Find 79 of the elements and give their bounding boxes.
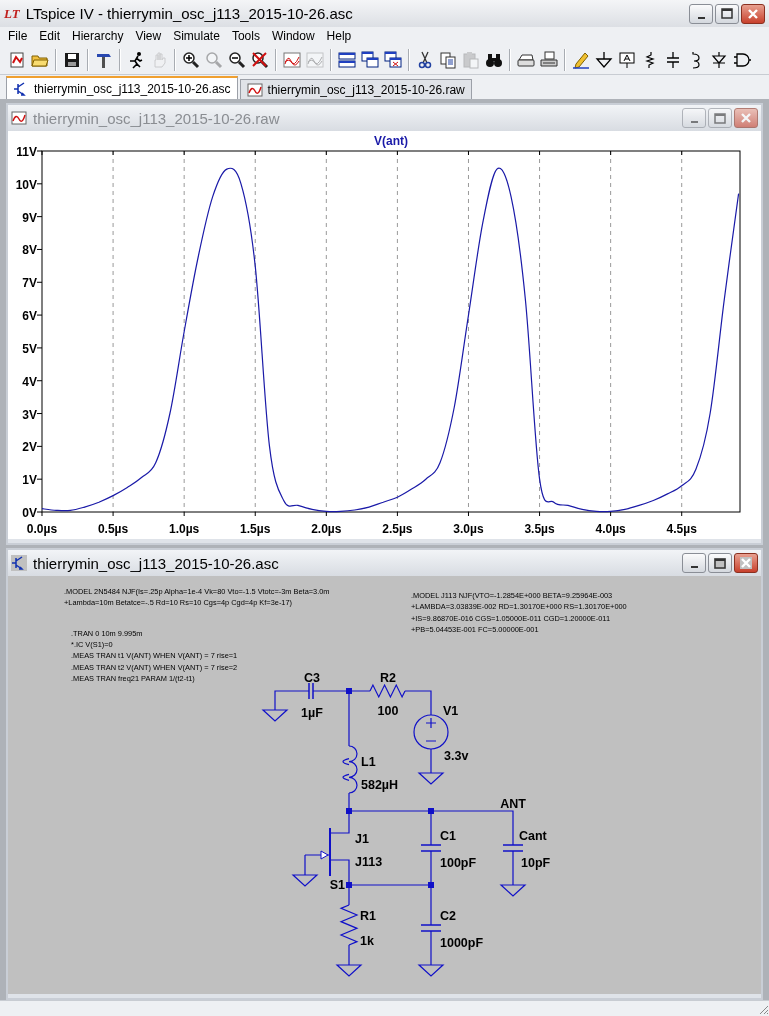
- y-tick-label: 8V: [22, 243, 37, 258]
- y-tick-label: 1V: [22, 473, 37, 488]
- menu-item[interactable]: View: [129, 29, 168, 43]
- net-label: ANT: [500, 797, 526, 811]
- component-value: 582µH: [361, 778, 399, 792]
- component-value: 100: [377, 704, 399, 718]
- component-name: R2: [380, 671, 396, 685]
- close-icon: [747, 7, 759, 20]
- component-name: V1: [443, 704, 459, 718]
- y-tick-label: 2V: [22, 440, 37, 455]
- x-tick-label: 2.0µs: [311, 522, 342, 536]
- x-tick-label: 4.0µs: [595, 522, 626, 536]
- close-button[interactable]: [741, 3, 765, 24]
- x-tick-label: 1.5µs: [240, 522, 271, 536]
- y-tick-label: 9V: [22, 210, 37, 225]
- menu-item[interactable]: Simulate: [167, 29, 226, 43]
- menu-item[interactable]: Hierarchy: [66, 29, 130, 43]
- document-tab[interactable]: thierrymin_osc_j113_2015-10-26.raw: [239, 79, 472, 99]
- waveform-icon: [246, 81, 263, 98]
- menu-item[interactable]: Window: [265, 29, 321, 43]
- close-button[interactable]: [734, 553, 758, 573]
- y-tick-label: 3V: [22, 407, 37, 422]
- x-tick-label: 2.5µs: [382, 522, 413, 536]
- maximize-button[interactable]: [715, 3, 739, 24]
- trace-name: V(ant): [374, 134, 408, 148]
- window-title: LTspice IV - thierrymin_osc_j113_2015-10-26.asc: [25, 5, 354, 22]
- y-tick-label: 5V: [22, 341, 37, 356]
- menu-item[interactable]: File: [2, 29, 34, 43]
- component-value: 1k: [360, 934, 374, 948]
- y-tick-label: 7V: [22, 276, 37, 291]
- component-name: C3: [304, 671, 320, 685]
- component-name: R1: [360, 909, 376, 923]
- component-name: L1: [361, 755, 376, 769]
- maximize-icon: [714, 112, 726, 124]
- y-tick-label: 0V: [22, 506, 37, 520]
- component-name: Cant: [519, 829, 547, 843]
- component-name: C1: [440, 829, 456, 843]
- transistor-icon: [13, 80, 29, 97]
- close-icon: [740, 112, 752, 124]
- component-value: 1000pF: [440, 936, 484, 950]
- minimize-icon: [697, 16, 705, 19]
- component-value: 1µF: [301, 706, 323, 720]
- y-tick-label: 6V: [22, 309, 37, 324]
- component-name: C2: [440, 909, 456, 923]
- waveform-icon: [11, 110, 27, 126]
- minimize-button[interactable]: [682, 553, 706, 573]
- maximize-icon: [721, 8, 733, 19]
- minimize-button[interactable]: [689, 3, 713, 24]
- y-tick-label: 10V: [15, 177, 37, 192]
- menu-item[interactable]: Help: [320, 29, 358, 43]
- close-icon: [740, 557, 752, 569]
- component-value: 100pF: [440, 856, 477, 870]
- component-value: 3.3v: [444, 749, 469, 763]
- app-logo: LT: [4, 5, 20, 22]
- x-tick-label: 1.0µs: [169, 522, 200, 536]
- menu-item[interactable]: Tools: [225, 29, 266, 43]
- minimize-icon: [690, 566, 698, 568]
- document-tab[interactable]: thierrymin_osc_j113_2015-10-26.asc: [6, 76, 238, 99]
- cascade-windows-icon[interactable]: [359, 48, 381, 71]
- net-label: S1: [329, 878, 345, 892]
- x-tick-label: 3.5µs: [524, 522, 555, 536]
- y-tick-label: 11V: [16, 145, 37, 159]
- window-title: thierrymin_osc_j113_2015-10-26.asc: [33, 554, 280, 572]
- minimize-icon: [690, 121, 698, 123]
- transistor-icon: [11, 555, 27, 571]
- window-title: thierrymin_osc_j113_2015-10-26.raw: [33, 109, 281, 127]
- component-value: J113: [355, 855, 383, 869]
- menu-item[interactable]: Edit: [33, 29, 67, 43]
- close-button[interactable]: [734, 108, 758, 128]
- x-tick-label: 3.0µs: [453, 522, 484, 536]
- maximize-button[interactable]: [708, 553, 732, 573]
- component-name: J1: [355, 832, 369, 846]
- x-tick-label: 4.5µs: [666, 522, 697, 536]
- maximize-icon: [714, 557, 726, 569]
- x-tick-label: 0.0µs: [26, 522, 58, 536]
- x-tick-label: 0.5µs: [97, 522, 129, 536]
- component-value: 10pF: [521, 856, 551, 870]
- y-tick-label: 4V: [22, 374, 37, 389]
- close-windows-icon[interactable]: [382, 48, 404, 71]
